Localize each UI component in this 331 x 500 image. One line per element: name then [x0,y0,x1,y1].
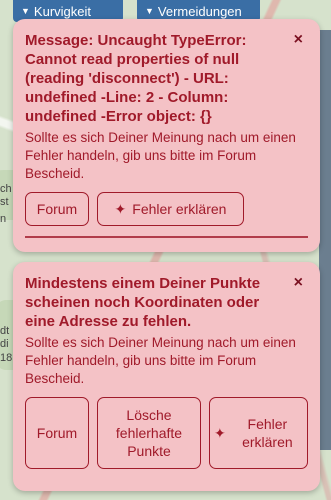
alert-body: Sollte es sich Deiner Meinung nach um ei… [25,335,296,386]
map-label: di [0,338,9,350]
map-label: n [0,213,7,225]
caret-down-icon: ▼ [21,6,30,16]
close-icon[interactable]: × [294,31,303,49]
alert-title: Message: Uncaught TypeError: Cannot read… [25,32,247,125]
error-alert-typeerror: × Message: Uncaught TypeError: Cannot re… [13,19,320,252]
map-label: 18 [0,352,13,364]
forum-button[interactable]: Forum [25,397,89,469]
explain-error-button[interactable]: ✦ Fehler erklären [97,192,244,226]
curvature-label: Kurvigkeit [33,4,91,19]
map-side-panel-edge [319,30,331,450]
map-label: ch [0,183,12,195]
alert-title: Mindestens einem Deiner Punkte scheinen … [25,275,261,330]
map-label: dt [0,325,10,337]
delete-faulty-points-button[interactable]: Lösche fehlerhafte Punkte [97,397,201,469]
map-label: st [0,196,9,208]
explain-error-button[interactable]: ✦ Fehler erklären [209,397,308,469]
sparkle-icon: ✦ [114,201,127,217]
avoidances-label: Vermeidungen [157,4,242,19]
explain-error-label: Fehler erklären [132,201,227,217]
sparkle-icon: ✦ [214,425,226,441]
explain-error-label: Fehler erklären [242,416,293,450]
alert-body: Sollte es sich Deiner Meinung nach um ei… [25,130,296,181]
error-alert-missing-coordinates: × Mindestens einem Deiner Punkte scheine… [13,262,320,491]
alert-divider [25,236,308,238]
close-icon[interactable]: × [294,274,303,292]
forum-button[interactable]: Forum [25,192,89,226]
caret-down-icon: ▼ [145,6,154,16]
